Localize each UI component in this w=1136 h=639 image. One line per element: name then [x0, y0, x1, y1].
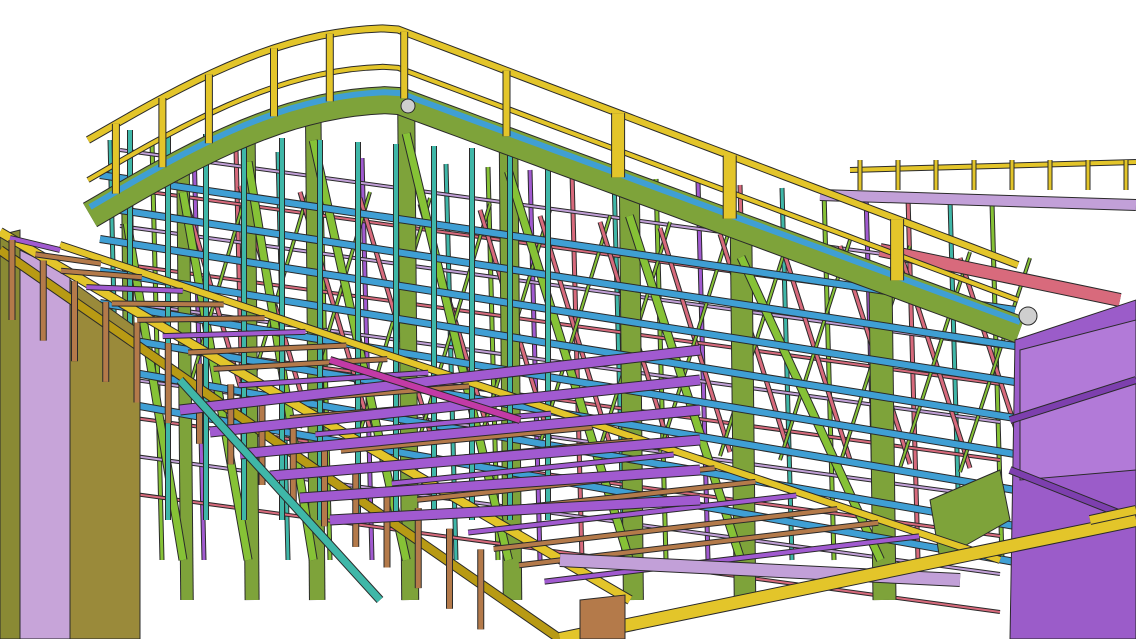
walkway-crossbeam — [111, 301, 224, 307]
pin-plate — [1018, 306, 1038, 326]
walkway-crossbeam — [137, 316, 265, 322]
steel-structure-render — [0, 0, 1136, 639]
model-viewport[interactable] — [0, 0, 1136, 639]
pin-plate — [400, 98, 416, 114]
foreground-post — [579, 594, 626, 639]
arch-post — [730, 226, 756, 601]
